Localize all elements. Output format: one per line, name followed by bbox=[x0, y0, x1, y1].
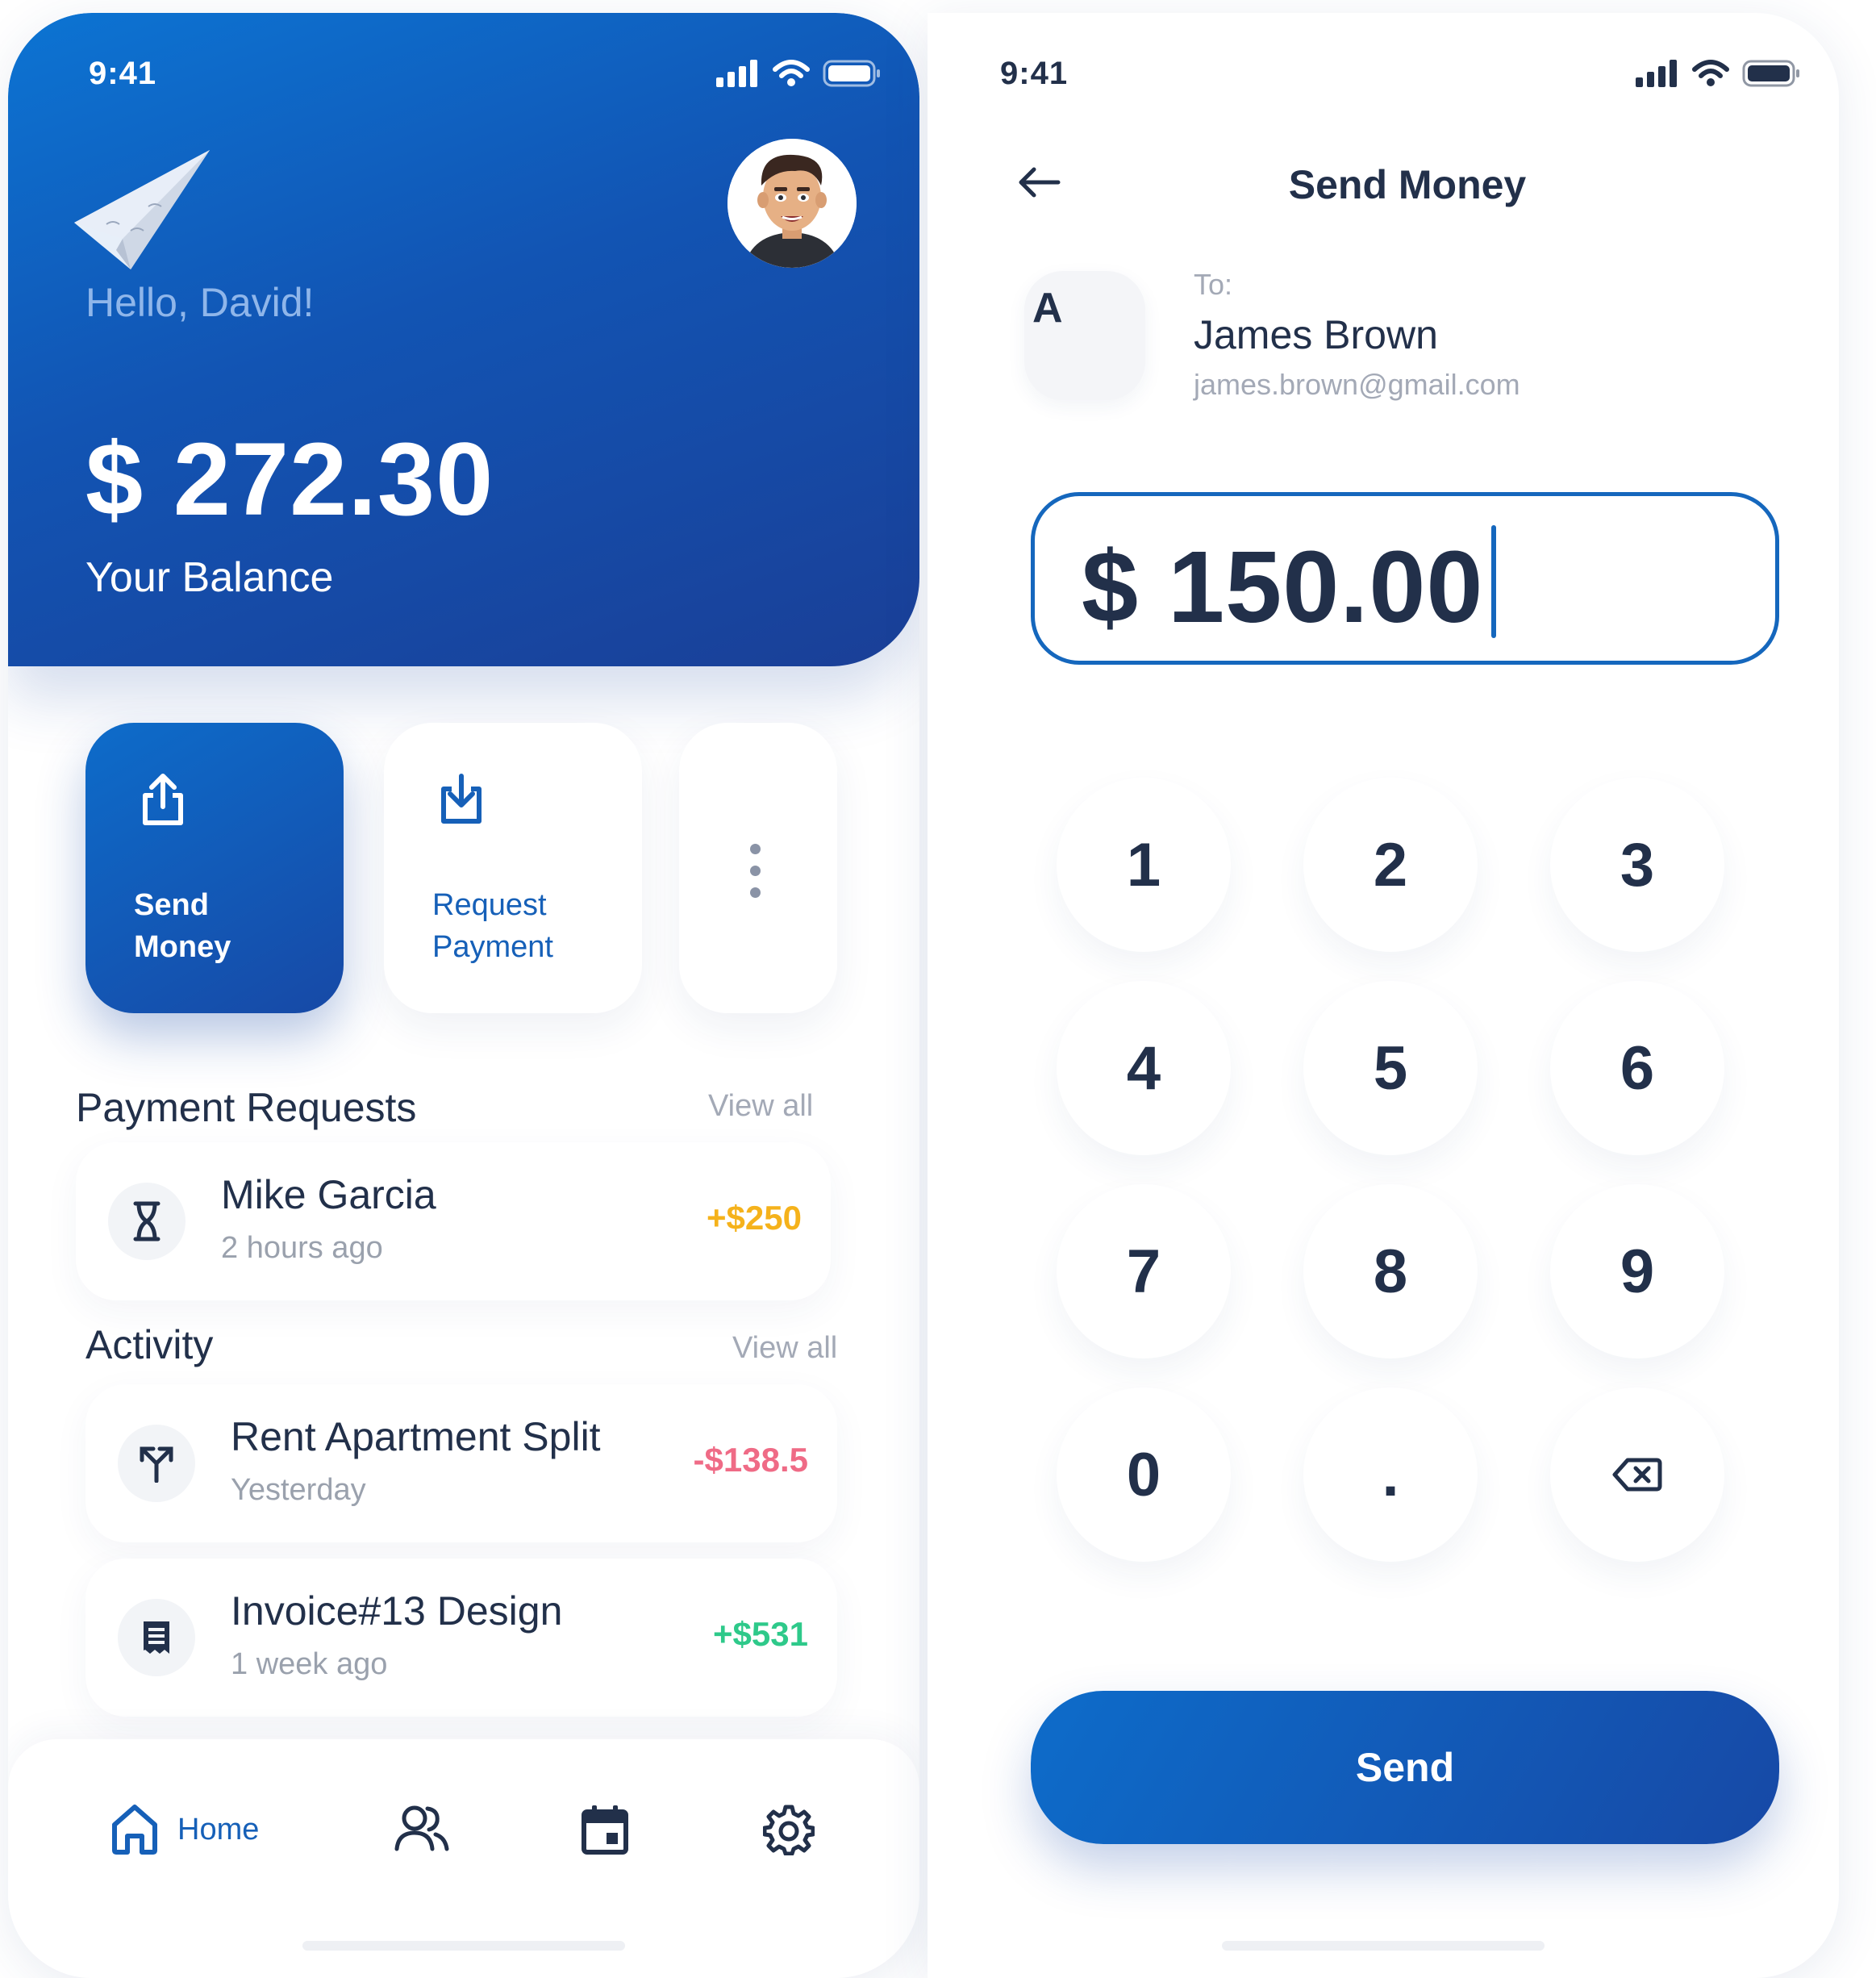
receipt-icon bbox=[118, 1599, 195, 1676]
screen-header: Send Money bbox=[928, 142, 1839, 231]
key-9[interactable]: 9 bbox=[1550, 1184, 1724, 1358]
paper-plane-logo bbox=[74, 150, 210, 269]
amount-value: $ 150.00 bbox=[1082, 530, 1484, 644]
payer-name: Mike Garcia bbox=[221, 1172, 436, 1217]
home-indicator bbox=[302, 1941, 625, 1951]
payment-requests-view-all[interactable]: View all bbox=[708, 1089, 813, 1124]
activity-title: Activity bbox=[85, 1322, 214, 1367]
user-avatar-illustration bbox=[727, 139, 857, 268]
recipient-initial: A bbox=[1032, 285, 1063, 332]
balance-label: Your Balance bbox=[85, 554, 334, 601]
battery-icon bbox=[823, 60, 880, 87]
key-7[interactable]: 7 bbox=[1057, 1184, 1231, 1358]
home-icon bbox=[112, 1805, 157, 1855]
hourglass-icon bbox=[108, 1183, 186, 1260]
activity-view-all[interactable]: View all bbox=[732, 1331, 837, 1366]
balance-header: 9:41 Hello, David! $ 272.30 Your Balance bbox=[8, 13, 919, 666]
recipient-name[interactable]: James Brown bbox=[1194, 311, 1438, 358]
recipient-email: james.brown@gmail.com bbox=[1194, 368, 1520, 401]
nav-contacts[interactable] bbox=[394, 1804, 450, 1852]
activity-title-text: Rent Apartment Split bbox=[231, 1414, 601, 1459]
activity-amount: -$138.5 bbox=[693, 1441, 808, 1479]
send-money-button[interactable]: Send Money bbox=[85, 723, 344, 1013]
key-0[interactable]: 0 bbox=[1057, 1388, 1231, 1562]
key-4[interactable]: 4 bbox=[1057, 981, 1231, 1155]
send-button[interactable]: Send bbox=[1031, 1691, 1779, 1844]
nav-settings[interactable] bbox=[763, 1804, 815, 1855]
activity-title-text: Invoice#13 Design bbox=[231, 1588, 563, 1634]
more-vertical-icon bbox=[750, 844, 761, 909]
activity-amount: +$531 bbox=[713, 1615, 808, 1653]
battery-icon bbox=[1742, 60, 1799, 87]
more-actions-button[interactable] bbox=[679, 723, 837, 1013]
request-payment-button[interactable]: Request Payment bbox=[384, 723, 642, 1013]
key-5[interactable]: 5 bbox=[1303, 981, 1478, 1155]
signal-icon bbox=[1636, 60, 1677, 87]
key-backspace[interactable] bbox=[1550, 1388, 1724, 1562]
request-amount: +$250 bbox=[707, 1199, 802, 1237]
key-3[interactable]: 3 bbox=[1550, 778, 1724, 952]
key-8[interactable]: 8 bbox=[1303, 1184, 1478, 1358]
request-payment-label: Request Payment bbox=[432, 888, 553, 964]
activity-time: 1 week ago bbox=[231, 1647, 388, 1681]
activity-row[interactable]: Invoice#13 Design 1 week ago +$531 bbox=[85, 1559, 837, 1717]
status-bar: 9:41 bbox=[8, 13, 919, 134]
send-money-label: Send Money bbox=[134, 888, 231, 964]
amount-input[interactable]: $ 150.00 bbox=[1031, 492, 1779, 665]
backspace-icon bbox=[1612, 1458, 1662, 1492]
upload-share-icon bbox=[143, 774, 183, 825]
split-icon bbox=[118, 1425, 195, 1502]
to-label: To: bbox=[1194, 268, 1233, 301]
key-2[interactable]: 2 bbox=[1303, 778, 1478, 952]
download-inbox-icon bbox=[441, 774, 482, 824]
payment-request-row[interactable]: Mike Garcia 2 hours ago +$250 bbox=[76, 1142, 831, 1300]
home-screen: 9:41 Hello, David! $ 272.30 Your Balance… bbox=[8, 13, 919, 1978]
signal-icon bbox=[716, 60, 757, 87]
key-6[interactable]: 6 bbox=[1550, 981, 1724, 1155]
settings-icon bbox=[763, 1805, 815, 1855]
payment-requests-title: Payment Requests bbox=[76, 1085, 417, 1130]
activity-time: Yesterday bbox=[231, 1473, 366, 1507]
users-icon bbox=[394, 1805, 449, 1851]
key-decimal[interactable]: . bbox=[1303, 1388, 1478, 1562]
home-indicator bbox=[1222, 1941, 1545, 1951]
request-time: 2 hours ago bbox=[221, 1231, 383, 1265]
avatar[interactable] bbox=[727, 139, 857, 268]
wifi-icon bbox=[1692, 60, 1729, 86]
activity-row[interactable]: Rent Apartment Split Yesterday -$138.5 bbox=[85, 1384, 837, 1542]
page-title: Send Money bbox=[1288, 162, 1527, 207]
greeting-text: Hello, David! bbox=[85, 280, 315, 325]
nav-calendar[interactable] bbox=[581, 1804, 629, 1855]
status-time: 9:41 bbox=[89, 55, 157, 91]
balance-amount: $ 272.30 bbox=[85, 422, 494, 537]
status-bar: 9:41 bbox=[928, 13, 1839, 134]
nav-home-label: Home bbox=[177, 1812, 260, 1847]
bottom-nav: Home bbox=[8, 1739, 919, 1978]
wifi-icon bbox=[773, 60, 810, 86]
key-1[interactable]: 1 bbox=[1057, 778, 1231, 952]
nav-home[interactable]: Home bbox=[110, 1804, 259, 1855]
text-caret bbox=[1491, 525, 1496, 638]
calendar-icon bbox=[582, 1805, 628, 1855]
send-money-screen: 9:41 Send Money A To: James Brown james.… bbox=[928, 13, 1839, 1978]
status-time: 9:41 bbox=[1000, 55, 1069, 91]
